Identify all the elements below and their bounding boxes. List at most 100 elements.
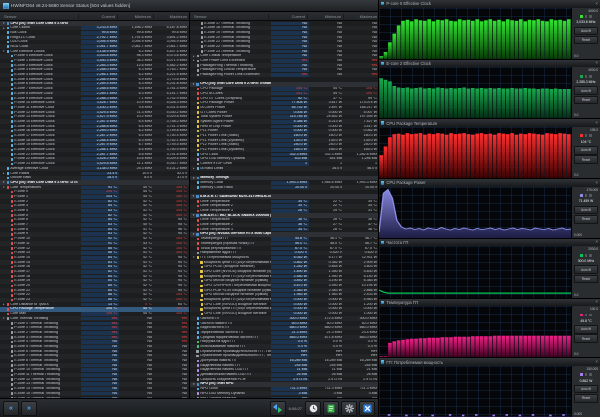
sensor-row[interactable]: ▾ Core Temperatures 91 °C 40 °C 104 °C (0, 185, 189, 190)
sensor-row[interactable]: ▸ Core Ratios 23.4 x 10.0 x 52.0 x (0, 171, 189, 176)
sensor-row[interactable]: Drive Temperature 2 34 °C 22 °C 34 °C (190, 203, 378, 209)
sensor-row[interactable]: E-core 19 Thermal Throttling No No No (190, 30, 378, 36)
column-header-maximum[interactable]: Maximum (153, 13, 189, 19)
expander-icon[interactable]: ▾ (192, 232, 195, 236)
auto-fit-button[interactable]: Auto fit (574, 26, 598, 36)
legend-series-swatch[interactable] (580, 194, 584, 197)
sensor-row[interactable]: D2D Clock 3,094.9 MHz 3,094.9 MHz 3,094.9 M… (0, 39, 189, 45)
sensor-row[interactable]: Мощность цепи ГП (D4)/Потребляемая мощно… (190, 260, 378, 265)
sensor-row[interactable]: E-core 20 Thermal Throttling No No No (190, 35, 378, 40)
sensor-row[interactable]: GPU 12V/HPWR Потребляемая мощность 4.870 … (190, 283, 378, 289)
sensor-row[interactable]: Частота ГП 300.0 MHz 172.5 MHz 300.0 MHz (190, 316, 378, 321)
sensor-row[interactable]: E-core 20 Effective Clock 2,288.1 MHz 6.4 … (0, 147, 189, 153)
column-header-sensor[interactable]: Sensor (190, 14, 268, 19)
sensor-row[interactable]: E-core 21 84 °C 41 °C 94 °C (0, 288, 189, 293)
collapse-columns-button[interactable]: « (3, 400, 19, 416)
sensor-row[interactable]: Ограничение производительности ГП - Пита… (190, 349, 378, 354)
sensor-row[interactable]: ▾ Core Effective Clocks 3,138.9 MHz 6.2 MHz… (0, 49, 189, 54)
sensor-row[interactable]: E-core 4 83 °C 41 °C 104 °C (0, 208, 189, 214)
sensor-row[interactable]: P-core 1 103 °C 44 °C 104 °C (0, 194, 189, 200)
sensor-row[interactable]: Доступная память ГП 16,289 MB 16,289 MB 16,… (190, 358, 378, 364)
sensor-row[interactable]: Видеочастота ГП 660.0 MHz 660.0 MHz 660.0 M… (190, 325, 378, 331)
sensor-row[interactable]: CPU GT Cores (Graphics) 92 °C 37 °C 99 °C (190, 96, 378, 101)
sensor-row[interactable]: E-core 3 Thermal Throttling Yes No Yes (0, 335, 189, 340)
sensor-row[interactable]: NGU Clock 2,061.7 MHz 2,061.7 MHz 2,061.7 M… (0, 44, 189, 50)
graph-titlebar[interactable]: CPU Package Temperature × (379, 119, 600, 127)
legend-series-swatch[interactable] (580, 15, 584, 18)
sensor-row[interactable]: CPU Package Power 77.808 W 3.617 W 173.074 … (190, 100, 378, 106)
sensor-row[interactable]: PL2 Power Limit (Static) 240.0 W 240.0 W 24… (190, 142, 378, 148)
sensor-row[interactable]: Uncore Ratio 28.0 x 8.0 x 37.0 x (0, 175, 189, 181)
reset-button[interactable]: Reset (574, 95, 598, 105)
legend-series-swatch[interactable] (580, 253, 584, 257)
sensor-row[interactable]: E-core 5 Effective Clock 2,288.9 MHz 6.9 M… (0, 77, 189, 82)
sensor-row[interactable]: Температура ГП 45.8 °C 36.1 °C 46.7 °C (190, 236, 378, 242)
sensor-row[interactable]: E-core 5 Thermal Throttling No No No (0, 344, 189, 350)
legend-inactive-swatch[interactable] (588, 253, 592, 257)
sensor-row[interactable]: Drive Temperature 36 °C 28 °C 38 °C (190, 217, 378, 223)
legend-inactive-swatch[interactable] (588, 134, 592, 138)
sensor-row[interactable]: Drive Temperature 3 28 °C 25 °C 31 °C (190, 208, 378, 214)
expander-icon[interactable]: ▾ (192, 195, 195, 198)
sensor-row[interactable]: Average Effective Clock 3,138.0 MHz 25.3 M… (0, 166, 189, 171)
column-header-minimum[interactable]: Minimum (117, 13, 153, 19)
sensor-row[interactable]: GPU MsVdd Входное питание (сумма) 3.892 W… (190, 278, 378, 284)
expander-icon[interactable]: ▸ (192, 54, 195, 58)
sensor-row[interactable]: E-core 18 Thermal Throttling No No No (190, 25, 378, 31)
expander-icon[interactable]: ▾ (2, 181, 5, 184)
sensor-row[interactable]: P-core 12 Thermal Throttling No No No (0, 377, 189, 382)
legend-series-swatch[interactable] (580, 313, 584, 317)
sensor-row[interactable]: Мощность цепи ГП (D5)/Потребляемая мощно… (190, 297, 378, 303)
settings-button[interactable] (341, 400, 357, 416)
sensor-row[interactable]: E-core 15 Thermal Throttling No No No (0, 391, 189, 396)
expander-icon[interactable]: ▾ (2, 317, 5, 320)
sensor-row[interactable]: Package/Ring Thermal Throttling No No Yes (190, 63, 378, 68)
sensor-row[interactable]: CPU IA Cores 103 °C 44 °C 104 °C (190, 91, 378, 96)
reset-button[interactable]: Reset (574, 274, 598, 284)
sensor-row[interactable]: E-core 21 Thermal Throttling No No No (190, 39, 378, 45)
sensor-row[interactable]: CPU Package 104 °C 44 °C 104 °C (190, 86, 378, 92)
sensor-row[interactable]: Использование памяти ГП 0.4 % 0.4 % 0.4 % (190, 344, 378, 350)
graph-titlebar[interactable]: E-core 2 Effective Clock × (379, 59, 600, 68)
expander-icon[interactable]: ▸ (2, 303, 5, 306)
sensor-row[interactable]: Ограничение производительности ГП - Тепл… (190, 353, 378, 359)
sensor-row[interactable]: Ring/LLC Clock 2,792.7 MHz 1,791.6 MHz 3,69… (0, 35, 189, 40)
expander-icon[interactable]: ▸ (2, 26, 5, 30)
graph-titlebar[interactable]: CPU Package Power × (379, 179, 600, 187)
sensor-row[interactable]: IA Cores Power 65.752 W 2.897 W 166.217 W (190, 105, 378, 111)
sensor-row[interactable]: E-core 4 Effective Clock 2,286.1 MHz 6.2 M… (0, 72, 189, 78)
expander-icon[interactable]: ▾ (192, 214, 195, 217)
sensor-row[interactable]: P-core 12 Effective Clock 3,429.5 MHz 11.3… (0, 110, 189, 115)
sensor-row[interactable]: Rest of Chip Power 0.000 W 0.000 W 3.417 W (190, 124, 378, 129)
sensor-row[interactable]: E-core 7 Effective Clock 2,288.6 MHz 6.8 M… (0, 86, 189, 92)
sensor-row[interactable]: Memory Clock 1,993.3 MHz 1,984.6 MHz 1,993.… (190, 180, 378, 186)
sensor-row[interactable]: Drive Temperature 34 °C 22 °C 34 °C (190, 199, 378, 204)
sensor-row[interactable]: CPU Package Temperature 104 °C 44 °C 104 °C (0, 306, 189, 312)
sensor-row[interactable]: Температура (горячая точка) ГП 56.0 °C 48.… (190, 241, 378, 246)
sensor-row[interactable]: E-core 6 Effective Clock 2,289.4 MHz 6.3 M… (0, 81, 189, 87)
auto-fit-button[interactable]: Auto fit (574, 205, 598, 215)
sensor-row[interactable]: P-core 10 Thermal Throttling No No No (0, 367, 189, 373)
sensor-row[interactable]: P-core 22 Thermal Throttling No No No (190, 44, 378, 50)
sensor-row[interactable]: Точка регулирования ГП 67.0 °C 67.0 °C 67.0… (190, 246, 378, 251)
sensor-row[interactable]: PL1 Power Limit (Dynamic) 135.0 W 135.0 W 1… (190, 138, 378, 143)
sensor-row[interactable]: Напряжение ядра ГП 0.420 V 0.420 V 0.620 V (190, 250, 378, 256)
sensor-row[interactable]: ▸ Core Critical Temperature No No No (190, 53, 378, 59)
expander-icon[interactable]: ▾ (192, 82, 195, 86)
legend-inactive-swatch[interactable] (584, 313, 588, 317)
expander-icon[interactable]: ▸ (2, 172, 5, 175)
expander-icon[interactable]: ▸ (192, 59, 195, 62)
sensor-row[interactable]: PL1 Power Limit (Static) 160.0 W 160.0 W 16… (190, 133, 378, 139)
sensor-row[interactable]: E-core 8 84 °C 41 °C 96 °C (0, 227, 189, 232)
expand-columns-button[interactable]: » (21, 400, 37, 416)
sensor-row[interactable]: Total System Power 115.785 W 24.652 W 197.5… (190, 114, 378, 120)
sensor-row[interactable]: E-core 18 84 °C 42 °C 95 °C (0, 274, 189, 279)
graph-close-icon[interactable]: × (595, 299, 598, 304)
auto-fit-button[interactable]: Auto fit (574, 384, 598, 394)
report-button[interactable] (323, 400, 339, 416)
expander-icon[interactable]: ▾ (192, 256, 195, 259)
auto-fit-button[interactable]: Auto fit (574, 265, 598, 274)
sensor-row[interactable]: GPU PCI/E (Входное питание) 1.282 W 0.854 … (190, 264, 378, 270)
sensor-row[interactable]: P-core 0 Effective Clock 3,033.8 MHz 98.3 … (0, 53, 189, 59)
legend-inactive-swatch[interactable] (584, 373, 588, 377)
